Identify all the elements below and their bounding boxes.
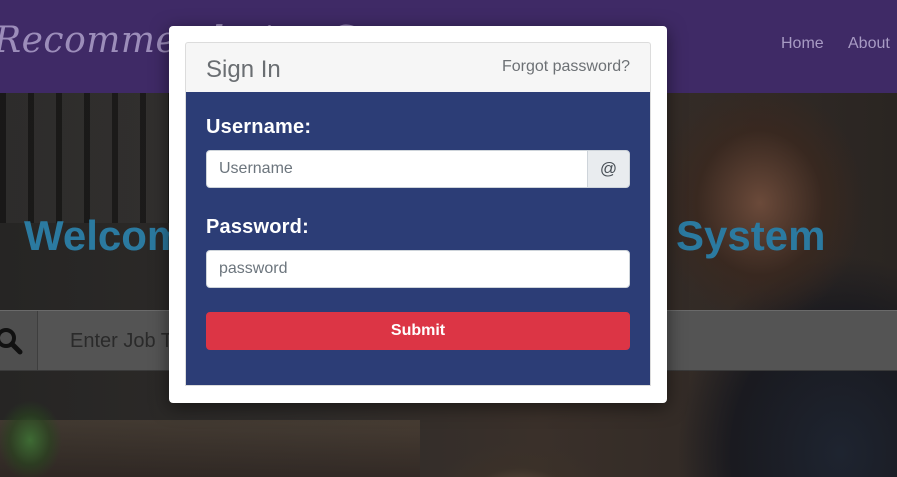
submit-button[interactable]: Submit	[206, 312, 630, 350]
modal-header: Sign In Forgot password?	[185, 42, 651, 92]
forgot-password-link[interactable]: Forgot password?	[502, 58, 630, 76]
password-input[interactable]	[206, 250, 630, 288]
password-label: Password:	[206, 216, 309, 238]
at-sign-addon: @	[587, 150, 630, 188]
modal-title: Sign In	[206, 56, 281, 83]
sign-in-modal: Sign In Forgot password? Username: @ Pas…	[169, 26, 667, 403]
search-icon	[0, 328, 23, 355]
search-button[interactable]	[0, 311, 38, 370]
username-label: Username:	[206, 116, 312, 138]
hero-background-plant	[0, 380, 120, 477]
hero-title-right: System	[676, 212, 826, 259]
page: Recommendation System Home About Welcome…	[0, 0, 897, 477]
nav-link-home[interactable]: Home	[781, 35, 824, 53]
nav-link-about[interactable]: About	[848, 35, 890, 53]
username-input[interactable]	[206, 150, 588, 188]
sign-in-form: Username: @ Password: Submit	[185, 92, 651, 386]
